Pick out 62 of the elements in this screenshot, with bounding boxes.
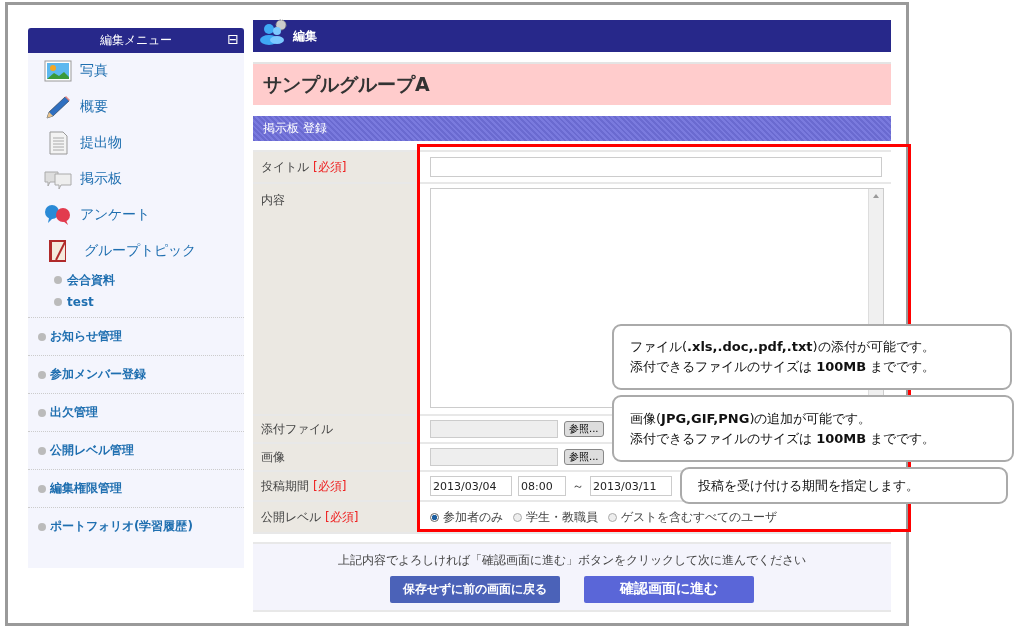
required-mark: [必須] bbox=[313, 158, 347, 176]
radio-button[interactable] bbox=[608, 512, 617, 522]
callout-text: 添付できるファイルのサイズは 100MB までです。 bbox=[630, 429, 937, 448]
browse-button[interactable]: 参照... bbox=[564, 449, 604, 465]
sidebar-subitem[interactable]: test bbox=[67, 295, 94, 309]
radio-button[interactable] bbox=[430, 512, 439, 522]
end-date-field[interactable]: 2013/03/11 bbox=[590, 476, 672, 496]
field-label: タイトル bbox=[261, 158, 309, 176]
required-mark: [必須] bbox=[325, 508, 359, 526]
section-title: 掲示板 登録 bbox=[263, 120, 327, 137]
bullet-icon bbox=[38, 484, 46, 493]
title-input-field[interactable] bbox=[430, 157, 882, 177]
field-label: 投稿期間 bbox=[261, 477, 309, 495]
sidebar-item[interactable]: 参加メンバー登録 bbox=[50, 366, 146, 383]
start-date-field[interactable]: 2013/03/04 bbox=[430, 476, 512, 496]
field-label: 公開レベル bbox=[261, 508, 321, 526]
header-title: 編集 bbox=[293, 27, 317, 45]
sidebar-item[interactable]: 公開レベル管理 bbox=[50, 442, 134, 459]
sidebar-item[interactable]: 概要 bbox=[80, 98, 108, 116]
sidebar-subitem[interactable]: 会合資料 bbox=[67, 271, 115, 289]
scroll-up-icon[interactable] bbox=[873, 194, 879, 198]
callout-text: ファイル(.xls,.doc,.pdf,.txt)の添付が可能です。 bbox=[630, 338, 936, 356]
field-label: 内容 bbox=[261, 192, 285, 209]
browse-button[interactable]: 参照... bbox=[564, 421, 604, 437]
pencil-icon bbox=[44, 95, 72, 119]
picture-icon bbox=[44, 59, 72, 83]
sidebar-item[interactable]: グループトピック bbox=[84, 242, 196, 260]
sidebar-item[interactable]: 編集権限管理 bbox=[50, 480, 122, 497]
radio-label[interactable]: ゲストを含むすべてのユーザ bbox=[621, 508, 777, 526]
group-title: サンプルグループA bbox=[263, 71, 430, 97]
bullet-icon bbox=[38, 332, 46, 341]
sidebar-title: 編集メニュー bbox=[100, 32, 172, 49]
range-separator: ～ bbox=[572, 477, 584, 495]
sidebar-item[interactable]: アンケート bbox=[80, 206, 150, 224]
bullet-icon bbox=[38, 522, 46, 531]
instruction-text: 上記内容でよろしければ「確認画面に進む」ボタンをクリックして次に進んでください bbox=[338, 551, 806, 569]
callout-text: 投稿を受け付ける期間を指定します。 bbox=[698, 476, 920, 495]
qa-bubbles-icon bbox=[44, 203, 72, 227]
bullet-icon bbox=[38, 408, 46, 417]
bullet-icon bbox=[54, 298, 62, 306]
sidebar-item[interactable]: 掲示板 bbox=[80, 170, 122, 188]
bullet-icon bbox=[38, 370, 46, 379]
callout-text: 画像(JPG,GIF,PNG)の追加が可能です。 bbox=[630, 409, 873, 428]
back-button[interactable]: 保存せずに前の画面に戻る bbox=[390, 575, 560, 603]
field-label: 画像 bbox=[261, 448, 285, 466]
field-label: 添付ファイル bbox=[261, 420, 333, 438]
bullet-icon bbox=[38, 446, 46, 455]
callout-text: 添付できるファイルのサイズは 100MB までです。 bbox=[630, 358, 937, 376]
sidebar-item[interactable]: 出欠管理 bbox=[50, 404, 98, 421]
radio-label[interactable]: 学生・教職員 bbox=[526, 508, 598, 526]
sidebar-item[interactable]: お知らせ管理 bbox=[50, 328, 122, 345]
people-gear-icon bbox=[259, 19, 289, 45]
required-mark: [必須] bbox=[313, 477, 347, 495]
sidebar-item[interactable]: ポートフォリオ(学習履歴) bbox=[50, 518, 193, 535]
start-time-field[interactable]: 08:00 bbox=[518, 476, 566, 496]
sidebar-item[interactable]: 写真 bbox=[80, 62, 108, 80]
sidebar-item[interactable]: 提出物 bbox=[80, 134, 122, 152]
bullet-icon bbox=[54, 276, 62, 284]
radio-label[interactable]: 参加者のみ bbox=[443, 508, 503, 526]
radio-button[interactable] bbox=[513, 512, 522, 522]
confirm-button[interactable]: 確認画面に進む bbox=[584, 575, 754, 603]
collapse-icon[interactable]: ⊟ bbox=[227, 31, 239, 48]
